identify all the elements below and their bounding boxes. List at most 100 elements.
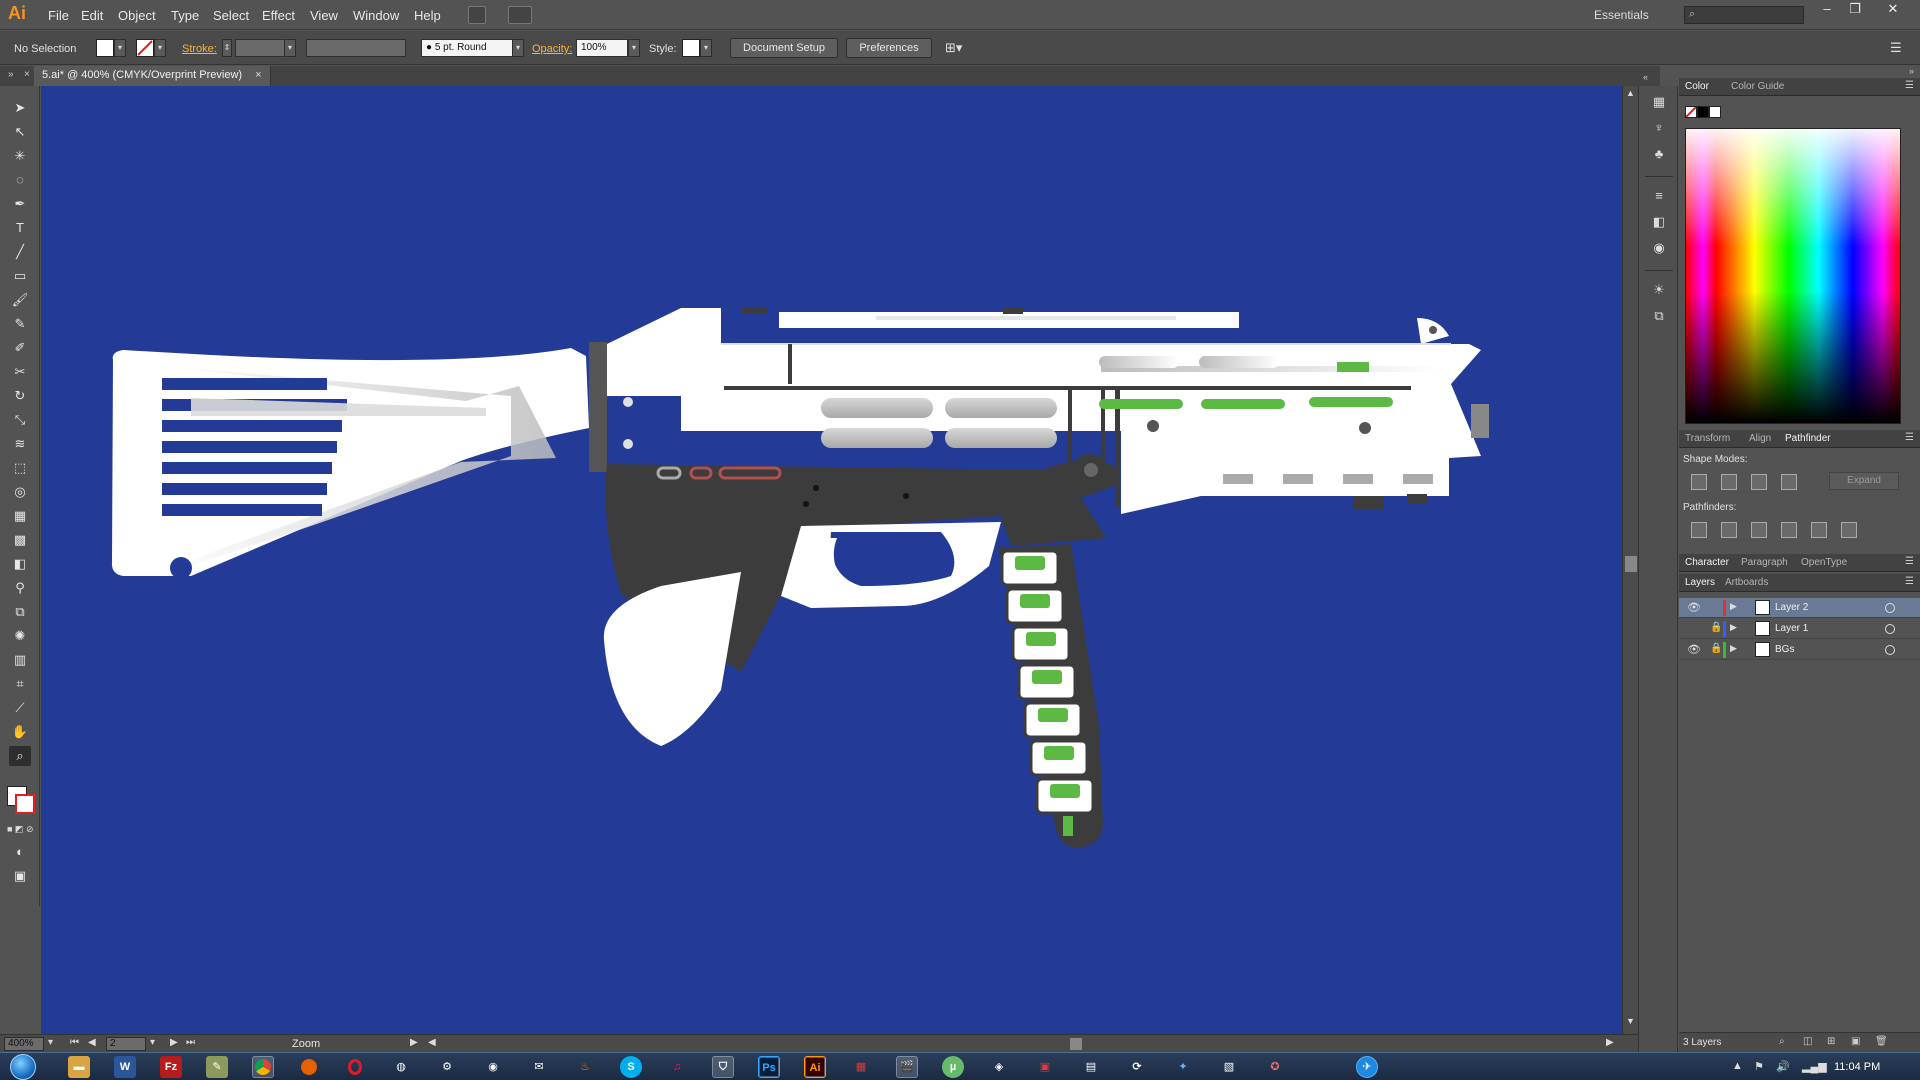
fill-swatch[interactable] bbox=[96, 39, 114, 57]
preferences-button[interactable]: Preferences bbox=[846, 38, 932, 58]
shape-builder-tool-icon[interactable]: ◎ bbox=[9, 482, 31, 502]
photoshop-icon[interactable]: Ps bbox=[758, 1056, 780, 1078]
opacity-link[interactable]: Opacity: bbox=[532, 43, 572, 55]
stroke-panel-icon[interactable]: ≡ bbox=[1649, 186, 1669, 206]
stroke-link[interactable]: Stroke: bbox=[182, 43, 217, 55]
character-panel-menu-icon[interactable]: ☰ bbox=[1905, 556, 1914, 567]
app-icon-2[interactable]: ▣ bbox=[1034, 1056, 1056, 1078]
vertical-scroll-thumb[interactable] bbox=[1625, 556, 1637, 572]
tab-color-guide[interactable]: Color Guide bbox=[1731, 81, 1784, 92]
filezilla-icon[interactable]: Fz bbox=[160, 1056, 182, 1078]
visibility-eye-icon[interactable]: 👁 bbox=[1687, 643, 1701, 656]
delete-layer-icon[interactable]: 🗑 bbox=[1875, 1036, 1888, 1047]
white-swatch[interactable] bbox=[1709, 106, 1721, 118]
expand-layer-icon[interactable]: ▶ bbox=[1730, 643, 1737, 654]
line-tool-icon[interactable]: ╱ bbox=[9, 242, 31, 262]
merge-icon[interactable] bbox=[1751, 522, 1767, 538]
layer-target-icon[interactable] bbox=[1885, 645, 1895, 655]
color-mode-icons[interactable]: ■ ◩ ⊘ bbox=[7, 824, 33, 835]
tab-character[interactable]: Character bbox=[1685, 557, 1729, 568]
fill-dropdown[interactable]: ▾ bbox=[114, 39, 126, 57]
chrome-icon[interactable] bbox=[252, 1056, 274, 1078]
artboard-number-field[interactable]: 2 bbox=[106, 1037, 146, 1051]
tray-volume-icon[interactable]: 🔊 bbox=[1776, 1060, 1790, 1073]
scroll-down-icon[interactable]: ▼ bbox=[1626, 1016, 1635, 1026]
pathfinder-panel-menu-icon[interactable]: ☰ bbox=[1905, 432, 1914, 443]
layer-row[interactable]: 👁 🔒 ▶ BGs bbox=[1679, 640, 1920, 660]
document-tab[interactable]: 5.ai* @ 400% (CMYK/Overprint Preview) × bbox=[34, 66, 271, 86]
artboard-dropdown-icon[interactable]: ▾ bbox=[150, 1037, 155, 1048]
mesh-tool-icon[interactable]: ▩ bbox=[9, 530, 31, 550]
notepad-icon[interactable]: ✎ bbox=[206, 1056, 228, 1078]
style-dropdown[interactable]: ▾ bbox=[700, 39, 712, 57]
layer-target-icon[interactable] bbox=[1885, 624, 1895, 634]
outline-icon[interactable] bbox=[1811, 522, 1827, 538]
menu-help[interactable]: Help bbox=[414, 8, 441, 23]
symbol-sprayer-tool-icon[interactable]: ✺ bbox=[9, 626, 31, 646]
new-layer-icon[interactable]: ▣ bbox=[1851, 1036, 1860, 1047]
layer-name[interactable]: BGs bbox=[1775, 644, 1794, 655]
word-icon[interactable]: W bbox=[114, 1056, 136, 1078]
perspective-grid-tool-icon[interactable]: ▦ bbox=[9, 506, 31, 526]
eraser-tool-icon[interactable]: ✂ bbox=[9, 362, 31, 382]
trim-icon[interactable] bbox=[1721, 522, 1737, 538]
lasso-tool-icon[interactable]: ◌ bbox=[9, 170, 31, 190]
artboard-tool-icon[interactable]: ⌗ bbox=[9, 674, 31, 694]
tab-color[interactable]: Color bbox=[1685, 81, 1709, 92]
status-menu-icon[interactable]: ▶ bbox=[410, 1037, 418, 1048]
app-icon-1[interactable]: ◈ bbox=[988, 1056, 1010, 1078]
app-icon-7[interactable]: ✪ bbox=[1264, 1056, 1286, 1078]
visibility-eye-icon[interactable]: 👁 bbox=[1687, 601, 1701, 614]
skype-icon[interactable]: S bbox=[620, 1056, 642, 1078]
expand-layer-icon[interactable]: ▶ bbox=[1730, 601, 1737, 612]
eyedropper-tool-icon[interactable]: ⚲ bbox=[9, 578, 31, 598]
locate-object-icon[interactable]: ⌕ bbox=[1779, 1036, 1785, 1047]
firefox-icon[interactable] bbox=[298, 1056, 320, 1078]
tab-align[interactable]: Align bbox=[1749, 433, 1771, 444]
explorer-icon[interactable]: ▬ bbox=[68, 1056, 90, 1078]
intersect-icon[interactable] bbox=[1751, 474, 1767, 490]
layers-panel-menu-icon[interactable]: ☰ bbox=[1905, 576, 1914, 587]
layer-name[interactable]: Layer 2 bbox=[1775, 602, 1808, 613]
artboard-canvas[interactable] bbox=[41, 86, 1622, 1080]
expand-layer-icon[interactable]: ▶ bbox=[1730, 622, 1737, 633]
gradient-tool-icon[interactable]: ◧ bbox=[9, 554, 31, 574]
stroke-weight-field[interactable] bbox=[235, 39, 285, 57]
screen-mode-icon[interactable]: ▣ bbox=[9, 866, 31, 886]
layer-name[interactable]: Layer 1 bbox=[1775, 623, 1808, 634]
column-graph-tool-icon[interactable]: ▥ bbox=[9, 650, 31, 670]
rotate-tool-icon[interactable]: ↻ bbox=[9, 386, 31, 406]
minus-back-icon[interactable] bbox=[1841, 522, 1857, 538]
menu-window[interactable]: Window bbox=[353, 8, 399, 23]
tab-paragraph[interactable]: Paragraph bbox=[1741, 557, 1788, 568]
magic-wand-tool-icon[interactable]: ✳ bbox=[9, 146, 31, 166]
graphic-style-swatch[interactable] bbox=[682, 39, 700, 57]
vertical-scrollbar[interactable]: ▲ ▼ bbox=[1622, 86, 1638, 1034]
blend-tool-icon[interactable]: ⧉ bbox=[9, 602, 31, 622]
warp-tool-icon[interactable]: ≋ bbox=[9, 434, 31, 454]
tab-close-icon[interactable]: × bbox=[255, 69, 261, 81]
globe-icon[interactable]: ◍ bbox=[390, 1056, 412, 1078]
exclude-icon[interactable] bbox=[1781, 474, 1797, 490]
menu-select[interactable]: Select bbox=[213, 8, 249, 23]
scale-tool-icon[interactable]: ⤡ bbox=[9, 410, 31, 430]
symbols-icon[interactable]: ♣ bbox=[1649, 144, 1669, 164]
pen-tool-icon[interactable]: ✒ bbox=[9, 194, 31, 214]
menu-file[interactable]: File bbox=[48, 8, 69, 23]
selection-tool-icon[interactable]: ➤ bbox=[9, 98, 31, 118]
control-panel-menu-icon[interactable]: ☰ bbox=[1890, 40, 1902, 56]
app-icon-4[interactable]: ⟳ bbox=[1126, 1056, 1148, 1078]
color-panel-menu-icon[interactable]: ☰ bbox=[1905, 80, 1914, 91]
make-clipping-mask-icon[interactable]: ◫ bbox=[1803, 1036, 1812, 1047]
fire-app-icon[interactable]: ♨ bbox=[574, 1056, 596, 1078]
workspace-switcher[interactable]: Essentials bbox=[1594, 8, 1649, 22]
document-setup-button[interactable]: Document Setup bbox=[730, 38, 838, 58]
hand-tool-icon[interactable]: ✋ bbox=[9, 722, 31, 742]
itunes-icon[interactable]: ♫ bbox=[666, 1056, 688, 1078]
layer-target-icon[interactable] bbox=[1885, 603, 1895, 613]
gradient-panel-icon[interactable]: ◧ bbox=[1649, 212, 1669, 232]
maximize-button[interactable]: ❐ bbox=[1842, 2, 1868, 18]
pencil-tool-icon[interactable]: ✎ bbox=[9, 314, 31, 334]
none-swatch[interactable] bbox=[1685, 106, 1697, 118]
blob-brush-tool-icon[interactable]: ✐ bbox=[9, 338, 31, 358]
